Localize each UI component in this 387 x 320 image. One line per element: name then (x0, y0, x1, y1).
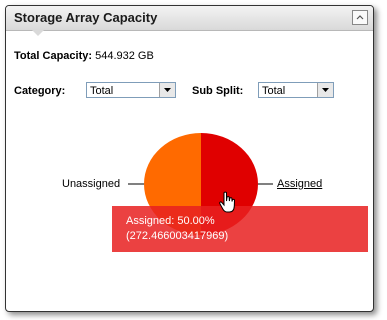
tooltip-value: (272.466003417969) (126, 230, 229, 242)
pie-tooltip: Assigned: 50.00% (272.466003417969) (112, 206, 368, 252)
capacity-pie-chart (128, 133, 273, 235)
storage-capacity-panel: Storage Array Capacity Total Capacity: 5… (5, 5, 374, 312)
hand-pointer-icon (219, 191, 236, 213)
pie-label-unassigned: Unassigned (62, 178, 121, 190)
pie-label-assigned[interactable]: Assigned (277, 178, 322, 190)
tooltip-percentage: Assigned: 50.00% (126, 215, 215, 227)
